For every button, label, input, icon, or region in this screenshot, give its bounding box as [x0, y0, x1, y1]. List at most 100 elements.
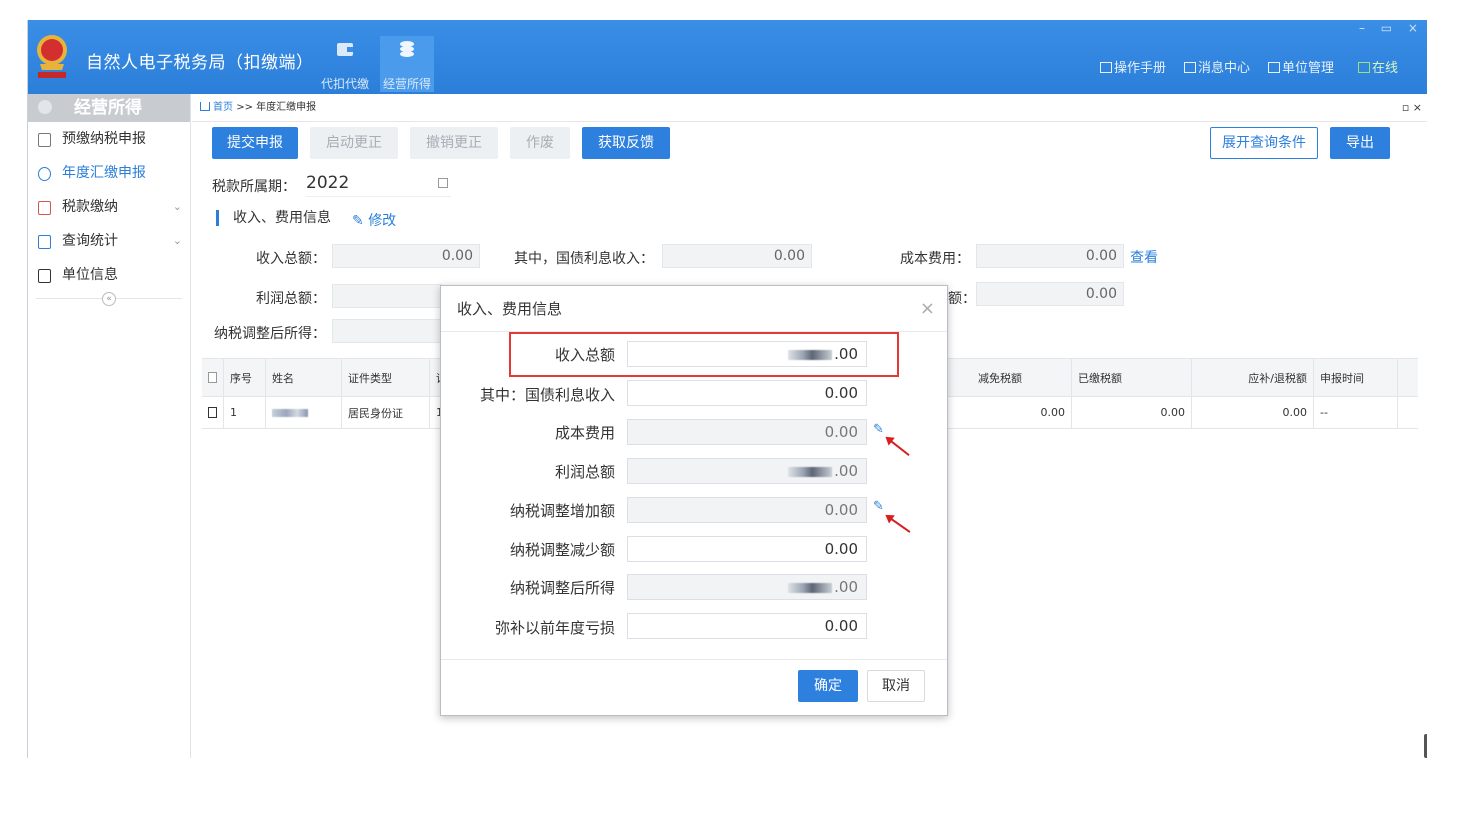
view-cost-link[interactable]: 查看	[1130, 247, 1158, 267]
redacted-value	[788, 467, 833, 477]
dialog-cost-input[interactable]: 0.00	[627, 419, 867, 445]
online-monitor-icon	[1358, 62, 1370, 73]
section-edit-link[interactable]: ✎ 修改	[352, 210, 396, 230]
window-controls[interactable]: – ▭ ×	[1359, 21, 1424, 35]
sidebar-item-annual-declaration[interactable]: 年度汇缴申报	[28, 156, 190, 190]
yen-circle-icon	[38, 167, 51, 181]
dialog-total-income-input[interactable]: .00	[627, 341, 867, 367]
chevron-down-icon: ⌄	[172, 234, 182, 247]
pencil-icon[interactable]: ✎	[873, 499, 884, 514]
void-button[interactable]: 作废	[510, 127, 570, 159]
message-center-label: 消息中心	[1198, 61, 1251, 76]
online-status[interactable]: 在线	[1358, 57, 1398, 76]
section-edit-label: 修改	[368, 213, 397, 229]
row-paid: 0.00	[1072, 397, 1192, 428]
redacted-value	[788, 583, 833, 593]
bond-interest-field[interactable]: 0.00	[662, 244, 812, 268]
dialog-adjust-decrease-input[interactable]: 0.00	[627, 536, 867, 562]
unit-management-link[interactable]: 单位管理	[1268, 57, 1334, 76]
wallet-icon	[337, 43, 353, 56]
pencil-icon: ✎	[352, 213, 364, 229]
dialog-loss-offset-input[interactable]: 0.00	[627, 613, 867, 639]
row-time: --	[1314, 397, 1398, 428]
dialog-bond-interest-input[interactable]: 0.00	[627, 380, 867, 406]
dialog-adjust-increase-input[interactable]: 0.00	[627, 497, 867, 523]
module-tab-withholding[interactable]: 代扣代缴	[318, 36, 372, 92]
list-icon	[38, 269, 51, 283]
dialog-cost-label: 成本费用	[554, 424, 615, 442]
app-title: 自然人电子税务局（扣缴端）	[86, 53, 314, 73]
row-index: 1	[224, 397, 266, 428]
dialog-adjusted-income-value: .00	[834, 578, 858, 596]
manual-link[interactable]: 操作手册	[1100, 57, 1166, 76]
tax-period-input[interactable]: 2022	[306, 173, 451, 197]
adjusted-income-label: 纳税调整后所得：	[214, 326, 326, 342]
row-name	[266, 397, 342, 428]
section-title: 收入、费用信息	[216, 210, 331, 226]
dialog-profit-label: 利润总额	[554, 463, 615, 481]
col-name: 姓名	[266, 359, 342, 396]
cost-label: 成本费用：	[900, 251, 970, 267]
row-select-cell	[202, 397, 224, 428]
collapse-icon[interactable]: «	[102, 292, 116, 306]
building-icon	[1268, 62, 1280, 73]
row-id-type: 居民身份证	[342, 397, 430, 428]
sidebar-item-label: 查询统计	[62, 233, 118, 249]
unit-management-label: 单位管理	[1282, 61, 1335, 76]
sidebar-item-prepay-declaration[interactable]: 预缴纳税申报	[28, 122, 190, 156]
submit-declaration-button[interactable]: 提交申报	[212, 127, 298, 159]
dialog-total-income-value: .00	[834, 345, 858, 363]
tab-close-icon[interactable]: ▫ ×	[1402, 94, 1422, 122]
calendar-icon[interactable]	[438, 178, 448, 188]
dialog-footer: 确定 取消	[441, 659, 947, 715]
breadcrumb-home[interactable]: 首页	[213, 102, 233, 113]
module-tab-business-income[interactable]: 经营所得	[380, 36, 434, 92]
online-status-label: 在线	[1372, 61, 1399, 76]
col-due: 应补/退税额	[1192, 359, 1314, 396]
dialog-profit-input: .00	[627, 458, 867, 484]
payment-icon	[38, 201, 51, 215]
breadcrumb: 首页 >> 年度汇缴申报 ▫ ×	[192, 94, 1427, 122]
breadcrumb-separator: >>	[236, 102, 253, 113]
red-arrow-annotation	[886, 437, 910, 457]
profit-field[interactable]	[332, 284, 442, 308]
confirm-button[interactable]: 确定	[798, 670, 858, 702]
dialog-loss-offset-label: 弥补以前年度亏损	[494, 619, 615, 637]
module-tab-label: 代扣代缴	[320, 77, 369, 91]
select-all-checkbox[interactable]	[208, 372, 217, 383]
sidebar-item-tax-payment[interactable]: 税款缴纳 ⌄	[28, 190, 190, 224]
coins-icon	[400, 41, 414, 57]
adjustment-label-partial: 额：	[948, 291, 976, 307]
close-icon[interactable]: ×	[920, 286, 935, 332]
col-id-type: 证件类型	[342, 359, 430, 396]
dialog-profit-value: .00	[834, 462, 858, 480]
cancel-correction-button[interactable]: 撤销更正	[410, 127, 498, 159]
bond-interest-label: 其中，国债利息收入：	[514, 251, 654, 267]
sidebar-item-unit-info[interactable]: 单位信息	[28, 258, 190, 292]
total-income-field[interactable]: 0.00	[332, 244, 480, 268]
get-feedback-button[interactable]: 获取反馈	[582, 127, 670, 159]
chevron-down-icon: ⌄	[172, 200, 182, 213]
cost-field[interactable]: 0.00	[976, 244, 1124, 268]
redacted-value	[788, 350, 833, 360]
expand-query-button[interactable]: 展开查询条件	[1210, 127, 1318, 159]
scrollbar-thumb[interactable]	[1424, 734, 1427, 758]
row-due: 0.00	[1192, 397, 1314, 428]
start-correction-button[interactable]: 启动更正	[310, 127, 398, 159]
dialog-adjusted-income-input: .00	[627, 574, 867, 600]
sidebar-item-query-stats[interactable]: 查询统计 ⌄	[28, 224, 190, 258]
tax-period-label: 税款所属期：	[212, 179, 296, 195]
row-checkbox[interactable]	[208, 407, 217, 418]
export-button[interactable]: 导出	[1330, 127, 1390, 159]
adjusted-income-field[interactable]	[332, 319, 442, 343]
cancel-button[interactable]: 取消	[867, 670, 925, 702]
adjustment-field[interactable]: 0.00	[976, 282, 1124, 306]
breadcrumb-current: 年度汇缴申报	[256, 102, 317, 113]
pencil-icon[interactable]: ✎	[873, 422, 884, 437]
message-center-link[interactable]: 消息中心	[1184, 57, 1250, 76]
total-income-label: 收入总额：	[256, 251, 326, 267]
sidebar-header: 经营所得	[28, 94, 190, 122]
dialog-adjust-increase-label: 纳税调整增加额	[509, 502, 615, 520]
book-icon	[1100, 62, 1112, 73]
sidebar-item-label: 年度汇缴申报	[62, 165, 146, 181]
